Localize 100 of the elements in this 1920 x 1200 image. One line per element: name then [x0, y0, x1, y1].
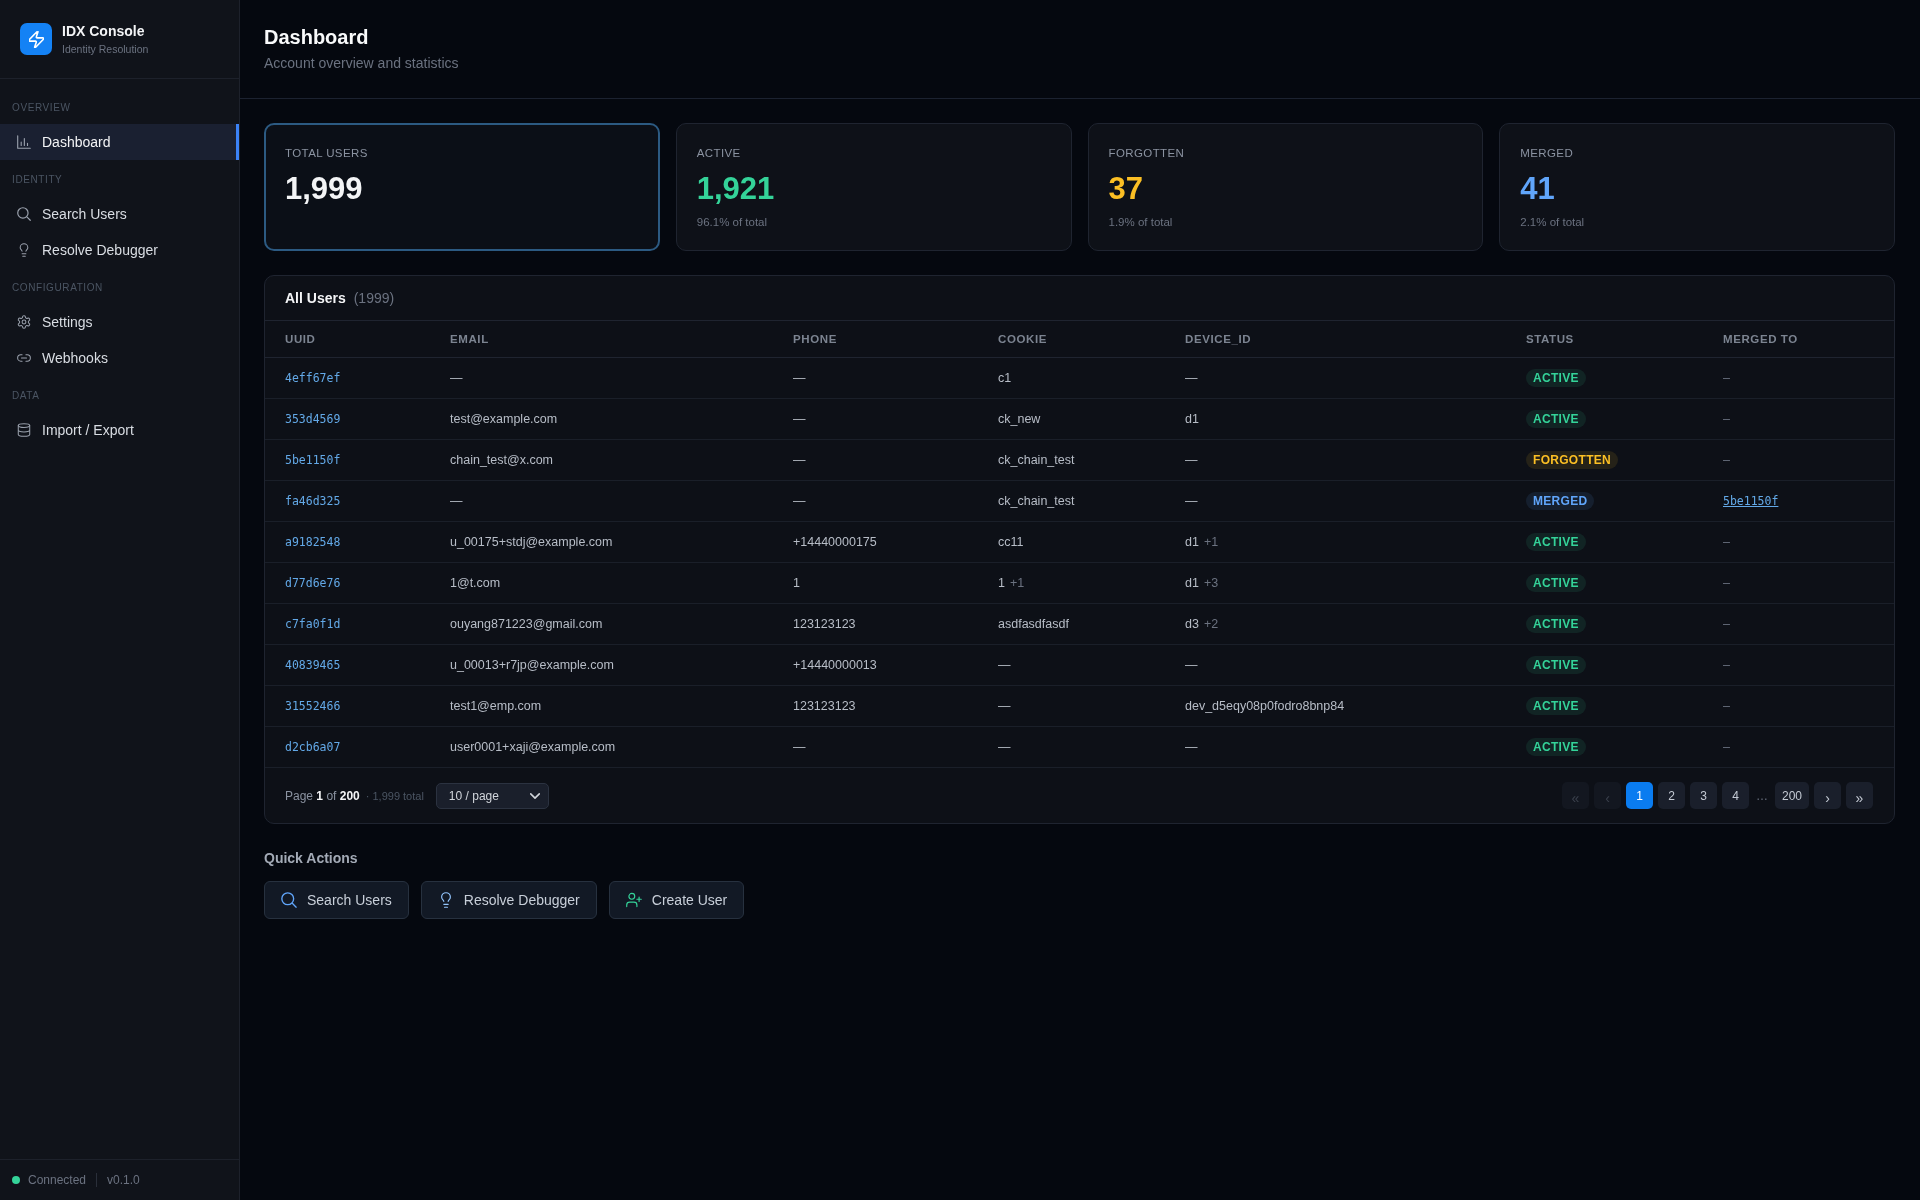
page-ellipsis: … — [1754, 788, 1769, 803]
connection-status: Connected — [28, 1173, 87, 1187]
merged-to-link[interactable]: 5be1150f — [1723, 494, 1779, 508]
table-cell: — — [793, 494, 806, 508]
page-title: Dashboard — [264, 25, 369, 50]
uuid-link[interactable]: 31552466 — [285, 699, 341, 713]
table-cell: – — [1723, 617, 1730, 631]
table-cell: – — [1723, 371, 1730, 385]
table-title: All Users — [285, 290, 346, 306]
stat-label: MERGED — [1520, 147, 1574, 159]
quick-action-button[interactable]: Create User — [608, 881, 745, 919]
table-cell: chain_test@x.com — [450, 453, 553, 467]
table-count: (1999) — [353, 290, 395, 306]
total-count: · 1,999 total — [365, 789, 424, 802]
table-cell: — — [793, 453, 806, 467]
uuid-link[interactable]: a9182548 — [285, 535, 341, 549]
uuid-link[interactable]: 5be1150f — [285, 453, 341, 467]
table-cell: user0001+xaji@example.com — [450, 740, 616, 754]
user-plus-icon — [625, 892, 642, 908]
status-badge: FORGOTTEN — [1526, 451, 1619, 469]
table-cell: – — [1723, 453, 1730, 467]
link-icon — [17, 351, 31, 365]
version-label: v0.1.0 — [107, 1173, 140, 1187]
stat-label: TOTAL USERS — [285, 147, 368, 159]
search-icon — [281, 892, 297, 908]
table-cell: 1@t.com — [450, 576, 501, 590]
page-button[interactable]: 2 — [1657, 782, 1685, 809]
stat-value: 37 — [1108, 171, 1143, 206]
settings-icon — [17, 315, 31, 329]
table-cell: — — [998, 740, 1011, 754]
database-icon — [17, 423, 31, 437]
table-cell: ck_chain_test — [998, 494, 1075, 508]
stat-note: 1.9% of total — [1108, 216, 1173, 228]
column-header: UUID — [285, 333, 316, 345]
section-label: OVERVIEW — [12, 102, 71, 113]
table-cell: d3 +2 — [1185, 617, 1219, 631]
column-header: PHONE — [793, 333, 837, 345]
lightning-logo-icon — [20, 23, 52, 55]
status-badge: ACTIVE — [1526, 574, 1586, 592]
page-button[interactable]: 4 — [1721, 782, 1749, 809]
stat-value: 1,921 — [696, 171, 775, 206]
uuid-link[interactable]: d77d6e76 — [285, 576, 341, 590]
table-cell: u_00013+r7jp@example.com — [450, 658, 614, 672]
search-icon — [17, 207, 31, 221]
page-size-select[interactable]: 10 / page — [435, 782, 549, 809]
uuid-link[interactable]: fa46d325 — [285, 494, 341, 508]
sidebar-item[interactable]: Search Users — [0, 196, 239, 232]
page-button[interactable]: 3 — [1689, 782, 1717, 809]
uuid-link[interactable]: 4eff67ef — [285, 371, 341, 385]
table-cell: 1 — [793, 576, 800, 590]
table-cell: test1@emp.com — [450, 699, 542, 713]
page-button[interactable]: 200 — [1774, 782, 1809, 809]
table-cell: — — [998, 699, 1011, 713]
sidebar-item[interactable]: Dashboard — [0, 124, 239, 160]
table-cell: — — [998, 658, 1011, 672]
table-cell: ck_chain_test — [998, 453, 1075, 467]
sidebar-item[interactable]: Settings — [0, 304, 239, 340]
table-cell: c1 — [998, 371, 1012, 385]
table-cell: dev_d5eqy08p0fodro8bnp84 — [1185, 699, 1345, 713]
table-cell: 123123123 — [793, 699, 856, 713]
uuid-link[interactable]: c7fa0f1d — [285, 617, 341, 631]
page-nav-button[interactable]: » — [1846, 782, 1873, 809]
section-label: DATA — [12, 390, 40, 401]
status-badge: ACTIVE — [1526, 656, 1586, 674]
table-cell: – — [1723, 412, 1730, 426]
table-cell: — — [1185, 494, 1198, 508]
table-cell: — — [450, 371, 463, 385]
table-cell: — — [793, 371, 806, 385]
quick-action-button[interactable]: Search Users — [264, 881, 409, 919]
table-cell: +14440000013 — [793, 658, 877, 672]
column-header: DEVICE_ID — [1185, 333, 1252, 345]
stat-value: 1,999 — [285, 171, 363, 206]
uuid-link[interactable]: d2cb6a07 — [285, 740, 341, 754]
page-subtitle: Account overview and statistics — [264, 54, 459, 73]
stat-label: ACTIVE — [696, 147, 741, 159]
sidebar-item[interactable]: Import / Export — [0, 412, 239, 448]
page-button[interactable]: 1 — [1625, 782, 1653, 809]
table-cell: asdfasdfasdf — [998, 617, 1069, 631]
table-cell: — — [450, 494, 463, 508]
stat-note: 96.1% of total — [696, 216, 768, 228]
table-cell: ouyang871223@gmail.com — [450, 617, 603, 631]
column-header: EMAIL — [450, 333, 489, 345]
page-nav-button[interactable]: › — [1814, 782, 1841, 809]
sidebar-item[interactable]: Resolve Debugger — [0, 232, 239, 268]
sidebar-item[interactable]: Webhooks — [0, 340, 239, 376]
quick-action-button[interactable]: Resolve Debugger — [420, 881, 597, 919]
table-cell: — — [1185, 740, 1198, 754]
status-badge: MERGED — [1526, 492, 1595, 510]
table-cell: cc11 — [998, 535, 1024, 549]
table-cell: u_00175+stdj@example.com — [450, 535, 613, 549]
table-cell: — — [1185, 453, 1198, 467]
uuid-link[interactable]: 40839465 — [285, 658, 341, 672]
table-cell: — — [793, 412, 806, 426]
table-cell: d1 +3 — [1185, 576, 1219, 590]
table-cell: +14440000175 — [793, 535, 877, 549]
uuid-link[interactable]: 353d4569 — [285, 412, 341, 426]
status-badge: ACTIVE — [1526, 369, 1586, 387]
table-cell: — — [1185, 371, 1198, 385]
table-cell: – — [1723, 699, 1730, 713]
column-header: MERGED TO — [1723, 333, 1798, 345]
